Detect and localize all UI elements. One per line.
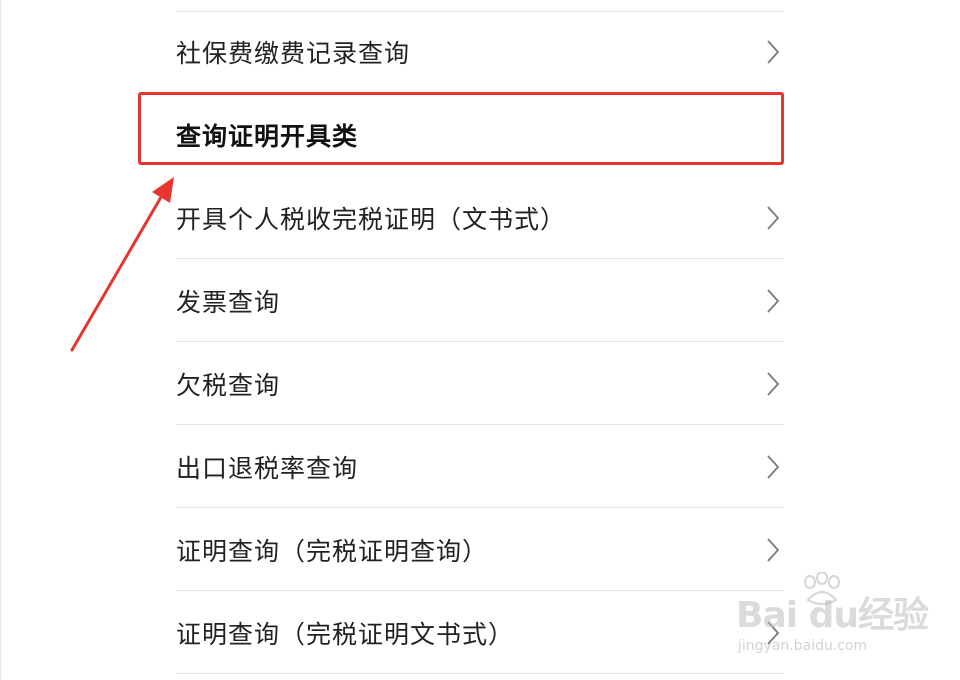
list-item-tax-arrears-query[interactable]: 欠税查询 bbox=[176, 343, 784, 425]
paw-logo-icon bbox=[804, 572, 840, 605]
list-item-label: 开具个人税收完税证明（文书式） bbox=[176, 204, 567, 234]
list-item-certificate-query-tax-paid[interactable]: 证明查询（完税证明查询） bbox=[176, 509, 784, 591]
chevron-right-icon bbox=[767, 620, 780, 645]
list-item-personal-tax-certificate[interactable]: 开具个人税收完税证明（文书式） bbox=[176, 177, 784, 259]
chevron-right-icon bbox=[767, 371, 780, 396]
list-item-label: 证明查询（完税证明文书式） bbox=[176, 619, 515, 649]
section-header-certificate-query: 查询证明开具类 bbox=[176, 95, 784, 175]
chevron-right-icon bbox=[767, 288, 780, 313]
chevron-right-icon bbox=[767, 537, 780, 562]
list-item-invoice-query[interactable]: 发票查询 bbox=[176, 260, 784, 342]
list-item-label: 发票查询 bbox=[176, 287, 281, 317]
list-item-label: 出口退税率查询 bbox=[176, 453, 359, 483]
chevron-right-icon bbox=[767, 39, 780, 64]
chevron-right-icon bbox=[767, 454, 780, 479]
left-edge-line bbox=[0, 0, 1, 680]
list-item-social-security-payment-record[interactable]: 社保费缴费记录查询 bbox=[176, 11, 784, 93]
chevron-right-icon bbox=[767, 205, 780, 230]
list-item-certificate-query-document[interactable]: 证明查询（完税证明文书式） bbox=[176, 592, 784, 674]
list-item-export-rebate-rate-query[interactable]: 出口退税率查询 bbox=[176, 426, 784, 508]
list-item-label: 欠税查询 bbox=[176, 370, 281, 400]
list-item-label: 社保费缴费记录查询 bbox=[176, 38, 411, 68]
list-item-label: 证明查询（完税证明查询） bbox=[176, 536, 489, 566]
section-title: 查询证明开具类 bbox=[176, 122, 359, 151]
